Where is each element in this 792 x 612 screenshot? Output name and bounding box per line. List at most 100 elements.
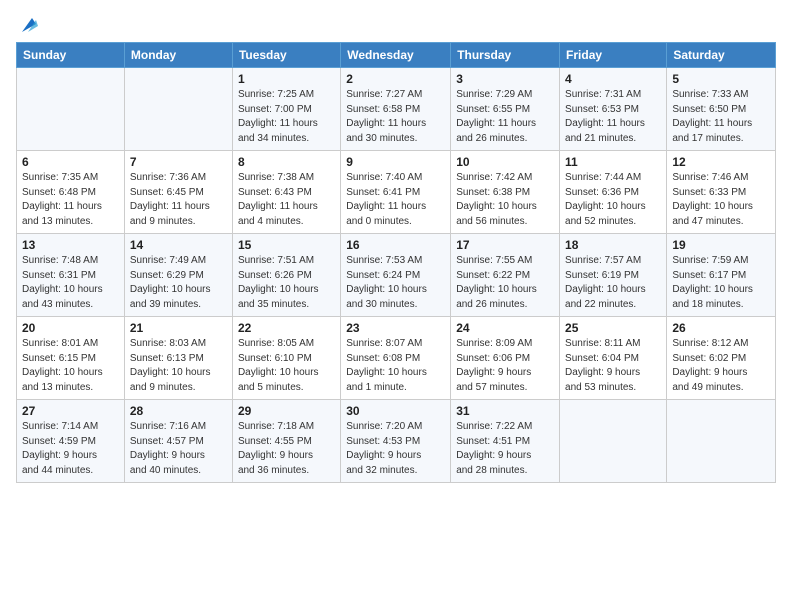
day-info: Sunrise: 7:20 AM Sunset: 4:53 PM Dayligh… [346,420,445,478]
day-number: 18 [565,238,661,252]
calendar-cell: 17 Sunrise: 7:55 AM Sunset: 6:22 PM Dayli… [451,234,560,317]
day-number: 5 [672,72,770,86]
day-number: 17 [456,238,554,252]
calendar-week-row: 20 Sunrise: 8:01 AM Sunset: 6:15 PM Dayli… [17,317,776,400]
calendar-cell: 20 Sunrise: 8:01 AM Sunset: 6:15 PM Dayli… [17,317,125,400]
calendar-cell: 30 Sunrise: 7:20 AM Sunset: 4:53 PM Dayli… [341,400,451,483]
day-info: Sunrise: 7:33 AM Sunset: 6:50 PM Dayligh… [672,88,770,146]
day-info: Sunrise: 7:55 AM Sunset: 6:22 PM Dayligh… [456,254,554,312]
day-info: Sunrise: 7:57 AM Sunset: 6:19 PM Dayligh… [565,254,661,312]
calendar-table: SundayMondayTuesdayWednesdayThursdayFrid… [16,42,776,483]
calendar-cell: 5 Sunrise: 7:33 AM Sunset: 6:50 PM Daylig… [667,68,776,151]
day-info: Sunrise: 8:11 AM Sunset: 6:04 PM Dayligh… [565,337,661,395]
calendar-cell: 19 Sunrise: 7:59 AM Sunset: 6:17 PM Dayli… [667,234,776,317]
day-number: 4 [565,72,661,86]
day-of-week-header: Sunday [17,43,125,68]
calendar-cell: 15 Sunrise: 7:51 AM Sunset: 6:26 PM Dayli… [232,234,340,317]
day-info: Sunrise: 7:35 AM Sunset: 6:48 PM Dayligh… [22,171,119,229]
calendar-header-row: SundayMondayTuesdayWednesdayThursdayFrid… [17,43,776,68]
page: SundayMondayTuesdayWednesdayThursdayFrid… [0,0,792,493]
day-number: 9 [346,155,445,169]
day-info: Sunrise: 7:53 AM Sunset: 6:24 PM Dayligh… [346,254,445,312]
day-number: 20 [22,321,119,335]
calendar-cell: 1 Sunrise: 7:25 AM Sunset: 7:00 PM Daylig… [232,68,340,151]
day-number: 10 [456,155,554,169]
day-info: Sunrise: 7:36 AM Sunset: 6:45 PM Dayligh… [130,171,227,229]
day-info: Sunrise: 8:07 AM Sunset: 6:08 PM Dayligh… [346,337,445,395]
day-info: Sunrise: 8:03 AM Sunset: 6:13 PM Dayligh… [130,337,227,395]
day-info: Sunrise: 7:44 AM Sunset: 6:36 PM Dayligh… [565,171,661,229]
calendar-cell: 8Sunrise: 7:38 AM Sunset: 6:43 PM Daylig… [232,151,340,234]
header [16,10,776,36]
day-number: 19 [672,238,770,252]
day-info: Sunrise: 7:16 AM Sunset: 4:57 PM Dayligh… [130,420,227,478]
calendar-cell: 10 Sunrise: 7:42 AM Sunset: 6:38 PM Dayli… [451,151,560,234]
day-info: Sunrise: 7:42 AM Sunset: 6:38 PM Dayligh… [456,171,554,229]
calendar-cell: 26Sunrise: 8:12 AM Sunset: 6:02 PM Dayli… [667,317,776,400]
calendar-week-row: 1 Sunrise: 7:25 AM Sunset: 7:00 PM Daylig… [17,68,776,151]
calendar-week-row: 27 Sunrise: 7:14 AM Sunset: 4:59 PM Dayli… [17,400,776,483]
day-info: Sunrise: 7:18 AM Sunset: 4:55 PM Dayligh… [238,420,335,478]
calendar-cell [17,68,125,151]
calendar-cell: 13Sunrise: 7:48 AM Sunset: 6:31 PM Dayli… [17,234,125,317]
day-of-week-header: Friday [560,43,667,68]
day-number: 12 [672,155,770,169]
day-number: 30 [346,404,445,418]
day-number: 25 [565,321,661,335]
calendar-cell: 3 Sunrise: 7:29 AM Sunset: 6:55 PM Daylig… [451,68,560,151]
calendar-cell [124,68,232,151]
day-info: Sunrise: 7:27 AM Sunset: 6:58 PM Dayligh… [346,88,445,146]
day-info: Sunrise: 8:09 AM Sunset: 6:06 PM Dayligh… [456,337,554,395]
day-info: Sunrise: 7:29 AM Sunset: 6:55 PM Dayligh… [456,88,554,146]
day-of-week-header: Thursday [451,43,560,68]
day-info: Sunrise: 8:05 AM Sunset: 6:10 PM Dayligh… [238,337,335,395]
calendar-cell [560,400,667,483]
calendar-cell: 14 Sunrise: 7:49 AM Sunset: 6:29 PM Dayli… [124,234,232,317]
day-of-week-header: Monday [124,43,232,68]
day-number: 21 [130,321,227,335]
calendar-cell: 28Sunrise: 7:16 AM Sunset: 4:57 PM Dayli… [124,400,232,483]
calendar-cell: 7 Sunrise: 7:36 AM Sunset: 6:45 PM Daylig… [124,151,232,234]
calendar-cell: 29 Sunrise: 7:18 AM Sunset: 4:55 PM Dayli… [232,400,340,483]
day-number: 11 [565,155,661,169]
calendar-cell: 6 Sunrise: 7:35 AM Sunset: 6:48 PM Daylig… [17,151,125,234]
calendar-cell: 22Sunrise: 8:05 AM Sunset: 6:10 PM Dayli… [232,317,340,400]
day-number: 1 [238,72,335,86]
day-info: Sunrise: 7:51 AM Sunset: 6:26 PM Dayligh… [238,254,335,312]
calendar-cell: 12 Sunrise: 7:46 AM Sunset: 6:33 PM Dayli… [667,151,776,234]
day-info: Sunrise: 7:38 AM Sunset: 6:43 PM Dayligh… [238,171,335,229]
day-info: Sunrise: 7:25 AM Sunset: 7:00 PM Dayligh… [238,88,335,146]
day-number: 14 [130,238,227,252]
day-number: 2 [346,72,445,86]
day-number: 29 [238,404,335,418]
day-number: 6 [22,155,119,169]
day-number: 15 [238,238,335,252]
day-number: 26 [672,321,770,335]
day-info: Sunrise: 7:14 AM Sunset: 4:59 PM Dayligh… [22,420,119,478]
day-info: Sunrise: 7:46 AM Sunset: 6:33 PM Dayligh… [672,171,770,229]
day-number: 31 [456,404,554,418]
calendar-cell: 23 Sunrise: 8:07 AM Sunset: 6:08 PM Dayli… [341,317,451,400]
calendar-cell: 18 Sunrise: 7:57 AM Sunset: 6:19 PM Dayli… [560,234,667,317]
calendar-cell: 9Sunrise: 7:40 AM Sunset: 6:41 PM Daylig… [341,151,451,234]
day-number: 27 [22,404,119,418]
day-info: Sunrise: 8:01 AM Sunset: 6:15 PM Dayligh… [22,337,119,395]
day-number: 23 [346,321,445,335]
day-number: 24 [456,321,554,335]
day-info: Sunrise: 7:22 AM Sunset: 4:51 PM Dayligh… [456,420,554,478]
day-info: Sunrise: 7:31 AM Sunset: 6:53 PM Dayligh… [565,88,661,146]
calendar-cell [667,400,776,483]
day-of-week-header: Wednesday [341,43,451,68]
day-number: 3 [456,72,554,86]
logo-icon [18,14,40,36]
calendar-cell: 31 Sunrise: 7:22 AM Sunset: 4:51 PM Dayli… [451,400,560,483]
calendar-cell: 21 Sunrise: 8:03 AM Sunset: 6:13 PM Dayli… [124,317,232,400]
calendar-week-row: 13Sunrise: 7:48 AM Sunset: 6:31 PM Dayli… [17,234,776,317]
day-info: Sunrise: 7:49 AM Sunset: 6:29 PM Dayligh… [130,254,227,312]
day-number: 7 [130,155,227,169]
calendar-cell: 25 Sunrise: 8:11 AM Sunset: 6:04 PM Dayli… [560,317,667,400]
calendar-cell: 4 Sunrise: 7:31 AM Sunset: 6:53 PM Daylig… [560,68,667,151]
day-info: Sunrise: 7:48 AM Sunset: 6:31 PM Dayligh… [22,254,119,312]
calendar-cell: 27 Sunrise: 7:14 AM Sunset: 4:59 PM Dayli… [17,400,125,483]
day-info: Sunrise: 7:59 AM Sunset: 6:17 PM Dayligh… [672,254,770,312]
